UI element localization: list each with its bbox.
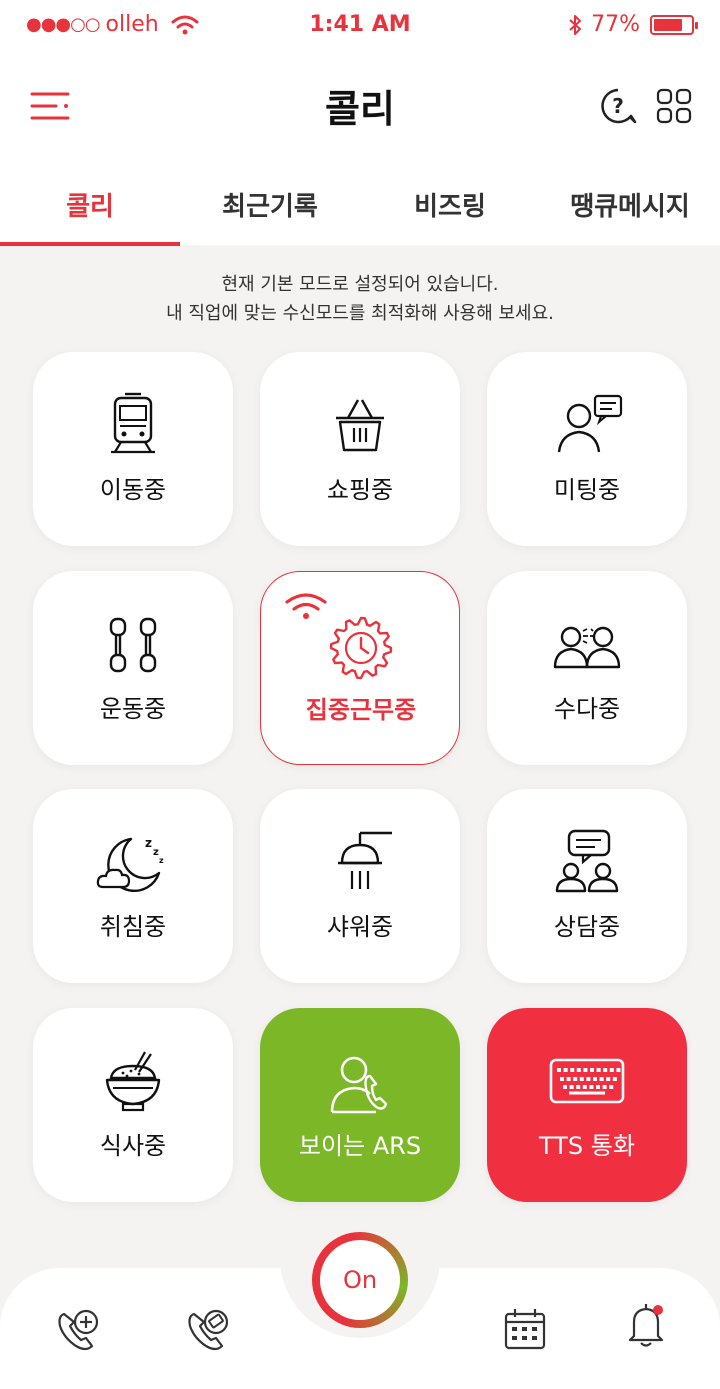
on-toggle-button[interactable]: On [312, 1232, 408, 1328]
add-call-icon[interactable] [54, 1304, 104, 1354]
keyboard-key [596, 1085, 600, 1089]
keyboard-key [557, 1068, 561, 1072]
tab-thankyou-message[interactable]: 땡큐메시지 [540, 172, 720, 244]
mode-label: 수다중 [553, 695, 621, 723]
bell-icon[interactable] [622, 1300, 672, 1350]
mode-card-exercise[interactable]: 운동중 [33, 571, 233, 765]
moon-sleep-icon: z z z [96, 836, 164, 892]
mode-card-focus-work[interactable]: 집중근무중 [260, 571, 460, 765]
rice-bowl-icon [105, 1051, 161, 1112]
keyboard-key [593, 1077, 597, 1081]
keyboard-key [582, 1085, 587, 1089]
keyboard-key [563, 1068, 568, 1072]
keyboard-key [609, 1085, 614, 1089]
keyboard-key [586, 1077, 591, 1081]
mode-label: 미팅중 [553, 476, 621, 504]
mode-card-chatting[interactable]: 수다중 [487, 571, 687, 765]
battery-fill [654, 18, 682, 31]
keyboard-key [606, 1077, 611, 1081]
mode-card-visible-ars[interactable]: 보이는 ARS [260, 1008, 460, 1202]
keyboard-key [583, 1068, 588, 1072]
tab-bizring[interactable]: 비즈링 [360, 172, 540, 244]
consult-icon [555, 829, 619, 893]
mode-card-sleeping[interactable]: z z z 취침중 [33, 789, 233, 983]
mode-label: 쇼핑중 [326, 476, 394, 504]
bluetooth-icon [569, 14, 582, 35]
notice-line-1: 현재 기본 모드로 설정되어 있습니다. [221, 274, 499, 295]
ars-phone-icon [330, 1056, 388, 1114]
chat-people-icon [553, 626, 621, 669]
battery-icon [650, 14, 698, 35]
keyboard-key [563, 1085, 567, 1089]
svg-text:?: ? [612, 94, 624, 118]
mode-notice: 현재 기본 모드로 설정되어 있습니다. 내 직업에 맞는 수신모드를 최적화해… [0, 270, 720, 328]
mode-label: 보이는 ARS [298, 1132, 422, 1160]
keyboard-key [596, 1068, 601, 1072]
gear-clock-icon [329, 616, 393, 680]
keyboard-key [616, 1068, 621, 1072]
mode-label: 집중근무중 [305, 696, 417, 724]
dumbbell-icon [109, 617, 157, 673]
keyboard-key [603, 1068, 608, 1072]
mode-card-moving[interactable]: 이동중 [33, 352, 233, 546]
mode-label: 취침중 [99, 913, 167, 941]
keyboard-key [560, 1077, 564, 1081]
keyboard-icon [549, 1058, 625, 1104]
train-icon [111, 392, 155, 454]
keyboard-key [579, 1077, 584, 1081]
mode-card-consulting[interactable]: 상담중 [487, 789, 687, 983]
keyboard-key [576, 1085, 581, 1089]
clock-hands [359, 636, 370, 655]
svg-text:z: z [145, 836, 152, 850]
notice-line-2: 내 직업에 맞는 수신모드를 최적화해 사용해 보세요. [166, 303, 554, 324]
tab-recent[interactable]: 최근기록 [180, 172, 360, 244]
battery-percent: 77% [591, 12, 640, 37]
keyboard-key [566, 1077, 571, 1081]
mode-card-eating[interactable]: 식사중 [33, 1008, 233, 1202]
keyboard-key [609, 1068, 614, 1072]
keyboard-key [599, 1077, 604, 1081]
call-block-icon[interactable] [184, 1304, 234, 1354]
mode-label: 상담중 [553, 913, 621, 941]
mode-label: 이동중 [99, 476, 167, 504]
keyboard-key [602, 1085, 607, 1089]
keyboard-key [570, 1068, 575, 1072]
status-bar: ●●●○○ olleh 1:41 AM 77% [0, 0, 720, 52]
tab-bar: 콜리 최근기록 비즈링 땡큐메시지 [0, 172, 720, 246]
keyboard-key [576, 1068, 581, 1072]
apps-grid-icon[interactable] [656, 88, 692, 124]
on-label: On [320, 1240, 400, 1320]
help-icon[interactable]: ? [598, 86, 638, 126]
tab-colly[interactable]: 콜리 [0, 172, 180, 246]
mode-label: 식사중 [99, 1132, 167, 1160]
mode-label: TTS 통화 [539, 1132, 635, 1160]
meeting-icon [557, 394, 623, 453]
mode-label: 운동중 [99, 695, 167, 723]
keyboard-key [590, 1068, 594, 1072]
keyboard-key [569, 1085, 574, 1089]
basket-icon [336, 399, 384, 452]
shower-icon [338, 831, 392, 889]
mode-card-tts-call[interactable]: TTS 통화 [487, 1008, 687, 1202]
mode-label: 샤워중 [326, 913, 394, 941]
svg-text:z: z [159, 856, 164, 865]
keyboard-key [573, 1077, 578, 1081]
mode-card-meeting[interactable]: 미팅중 [487, 352, 687, 546]
keyboard-key [612, 1077, 617, 1081]
mode-card-shopping[interactable]: 쇼핑중 [260, 352, 460, 546]
status-right: 77% [567, 12, 698, 37]
calendar-icon[interactable] [500, 1304, 550, 1354]
keyboard-key [589, 1085, 594, 1089]
mode-card-shower[interactable]: 샤워중 [260, 789, 460, 983]
